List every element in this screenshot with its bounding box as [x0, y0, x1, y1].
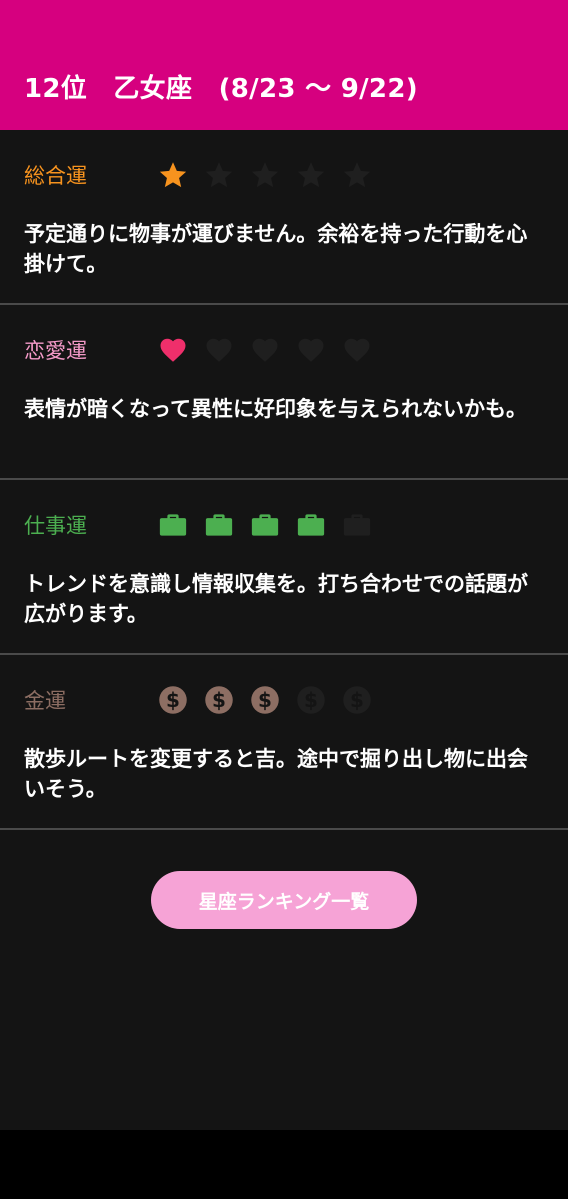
heart-icon [150, 332, 196, 368]
love-fortune-section: 恋愛運 表情が暗くなって異性に好印象を与えられないかも。 [0, 305, 568, 480]
page-title: 12位 乙女座 (8/23 〜 9/22) [24, 74, 418, 104]
section-description: トレンドを意識し情報収集を。打ち合わせでの話題が広がります。 [24, 572, 528, 626]
briefcase-icon-inactive [334, 507, 380, 543]
heart-icon-inactive [242, 332, 288, 368]
svg-text:$: $ [350, 688, 364, 712]
section-label: 総合運 [24, 164, 87, 188]
section-label: 仕事運 [24, 514, 87, 538]
briefcase-icon [150, 507, 196, 543]
rating-icons [150, 332, 380, 368]
header-bar: 12位 乙女座 (8/23 〜 9/22) [0, 0, 568, 130]
rating-icons [150, 157, 380, 193]
dollar-coin-icon-inactive: $ [334, 682, 380, 718]
heart-icon-inactive [334, 332, 380, 368]
rating-icons [150, 507, 380, 543]
star-icon-inactive [334, 157, 380, 193]
dollar-coin-icon: $ [196, 682, 242, 718]
heart-icon-inactive [196, 332, 242, 368]
section-label: 金運 [24, 689, 66, 713]
dollar-coin-icon: $ [150, 682, 196, 718]
svg-text:$: $ [304, 688, 318, 712]
briefcase-icon [242, 507, 288, 543]
dollar-coin-icon: $ [242, 682, 288, 718]
star-icon-inactive [196, 157, 242, 193]
svg-text:$: $ [258, 688, 272, 712]
fortune-content: 総合運 予定通りに物事が運びません。余裕を持った行動を心掛けて。 恋愛運 表情が… [0, 130, 568, 1130]
svg-text:$: $ [166, 688, 180, 712]
money-fortune-section: 金運 $ $ $ $ $ 散歩ルートを変更すると吉。途中で掘り出し物に出会いそう。 [0, 655, 568, 830]
work-fortune-section: 仕事運 トレンドを意識し情報収集を。打ち合わせでの話題が広がります。 [0, 480, 568, 655]
star-icon-inactive [242, 157, 288, 193]
svg-text:$: $ [212, 688, 226, 712]
overall-fortune-section: 総合運 予定通りに物事が運びません。余裕を持った行動を心掛けて。 [0, 130, 568, 305]
section-label: 恋愛運 [24, 339, 87, 363]
section-description: 表情が暗くなって異性に好印象を与えられないかも。 [24, 397, 527, 421]
section-description: 散歩ルートを変更すると吉。途中で掘り出し物に出会いそう。 [24, 747, 528, 801]
star-icon-inactive [288, 157, 334, 193]
zodiac-ranking-button[interactable]: 星座ランキング一覧 [151, 871, 417, 929]
dollar-coin-icon-inactive: $ [288, 682, 334, 718]
bottom-bar [0, 1130, 568, 1199]
heart-icon-inactive [288, 332, 334, 368]
briefcase-icon [196, 507, 242, 543]
section-description: 予定通りに物事が運びません。余裕を持った行動を心掛けて。 [24, 222, 528, 276]
briefcase-icon [288, 507, 334, 543]
rating-icons: $ $ $ $ $ [150, 682, 380, 718]
star-icon [150, 157, 196, 193]
